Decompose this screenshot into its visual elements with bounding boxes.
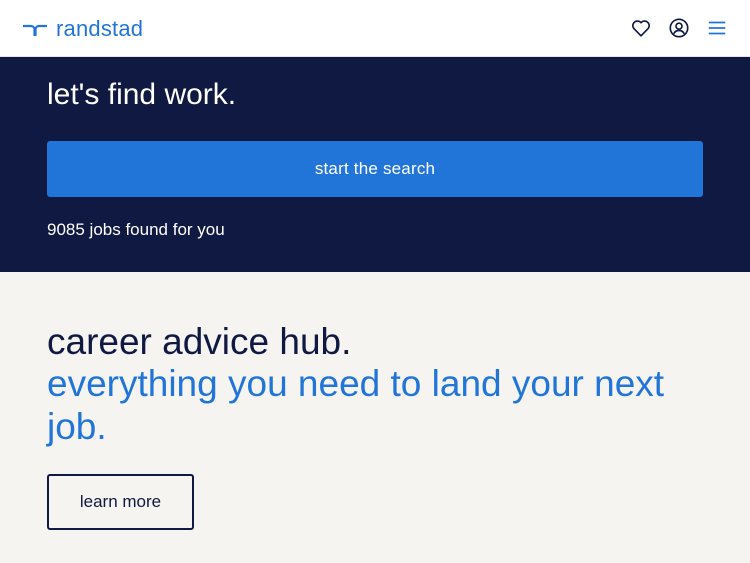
- randstad-logo-mark-icon: [23, 24, 47, 36]
- header-actions: [614, 17, 728, 39]
- logo-text: randstad: [56, 16, 144, 41]
- advice-title: career advice hub.: [47, 321, 352, 362]
- jobs-found-text: 9085 jobs found for you: [47, 220, 225, 239]
- start-search-button[interactable]: start the search: [47, 141, 703, 197]
- hero-title: let's find work.: [47, 78, 237, 111]
- heart-icon[interactable]: [630, 17, 652, 39]
- randstad-logo[interactable]: randstad: [22, 16, 143, 42]
- learn-more-button[interactable]: learn more: [47, 474, 194, 530]
- account-icon[interactable]: [668, 17, 690, 39]
- site-header: randstad: [0, 0, 750, 57]
- menu-icon[interactable]: [706, 17, 728, 39]
- advice-subtitle: everything you need to land your next jo…: [47, 363, 665, 447]
- career-advice-section: career advice hub. everything you need t…: [0, 272, 750, 563]
- job-search-hero: let's find work. start the search 9085 j…: [0, 57, 750, 272]
